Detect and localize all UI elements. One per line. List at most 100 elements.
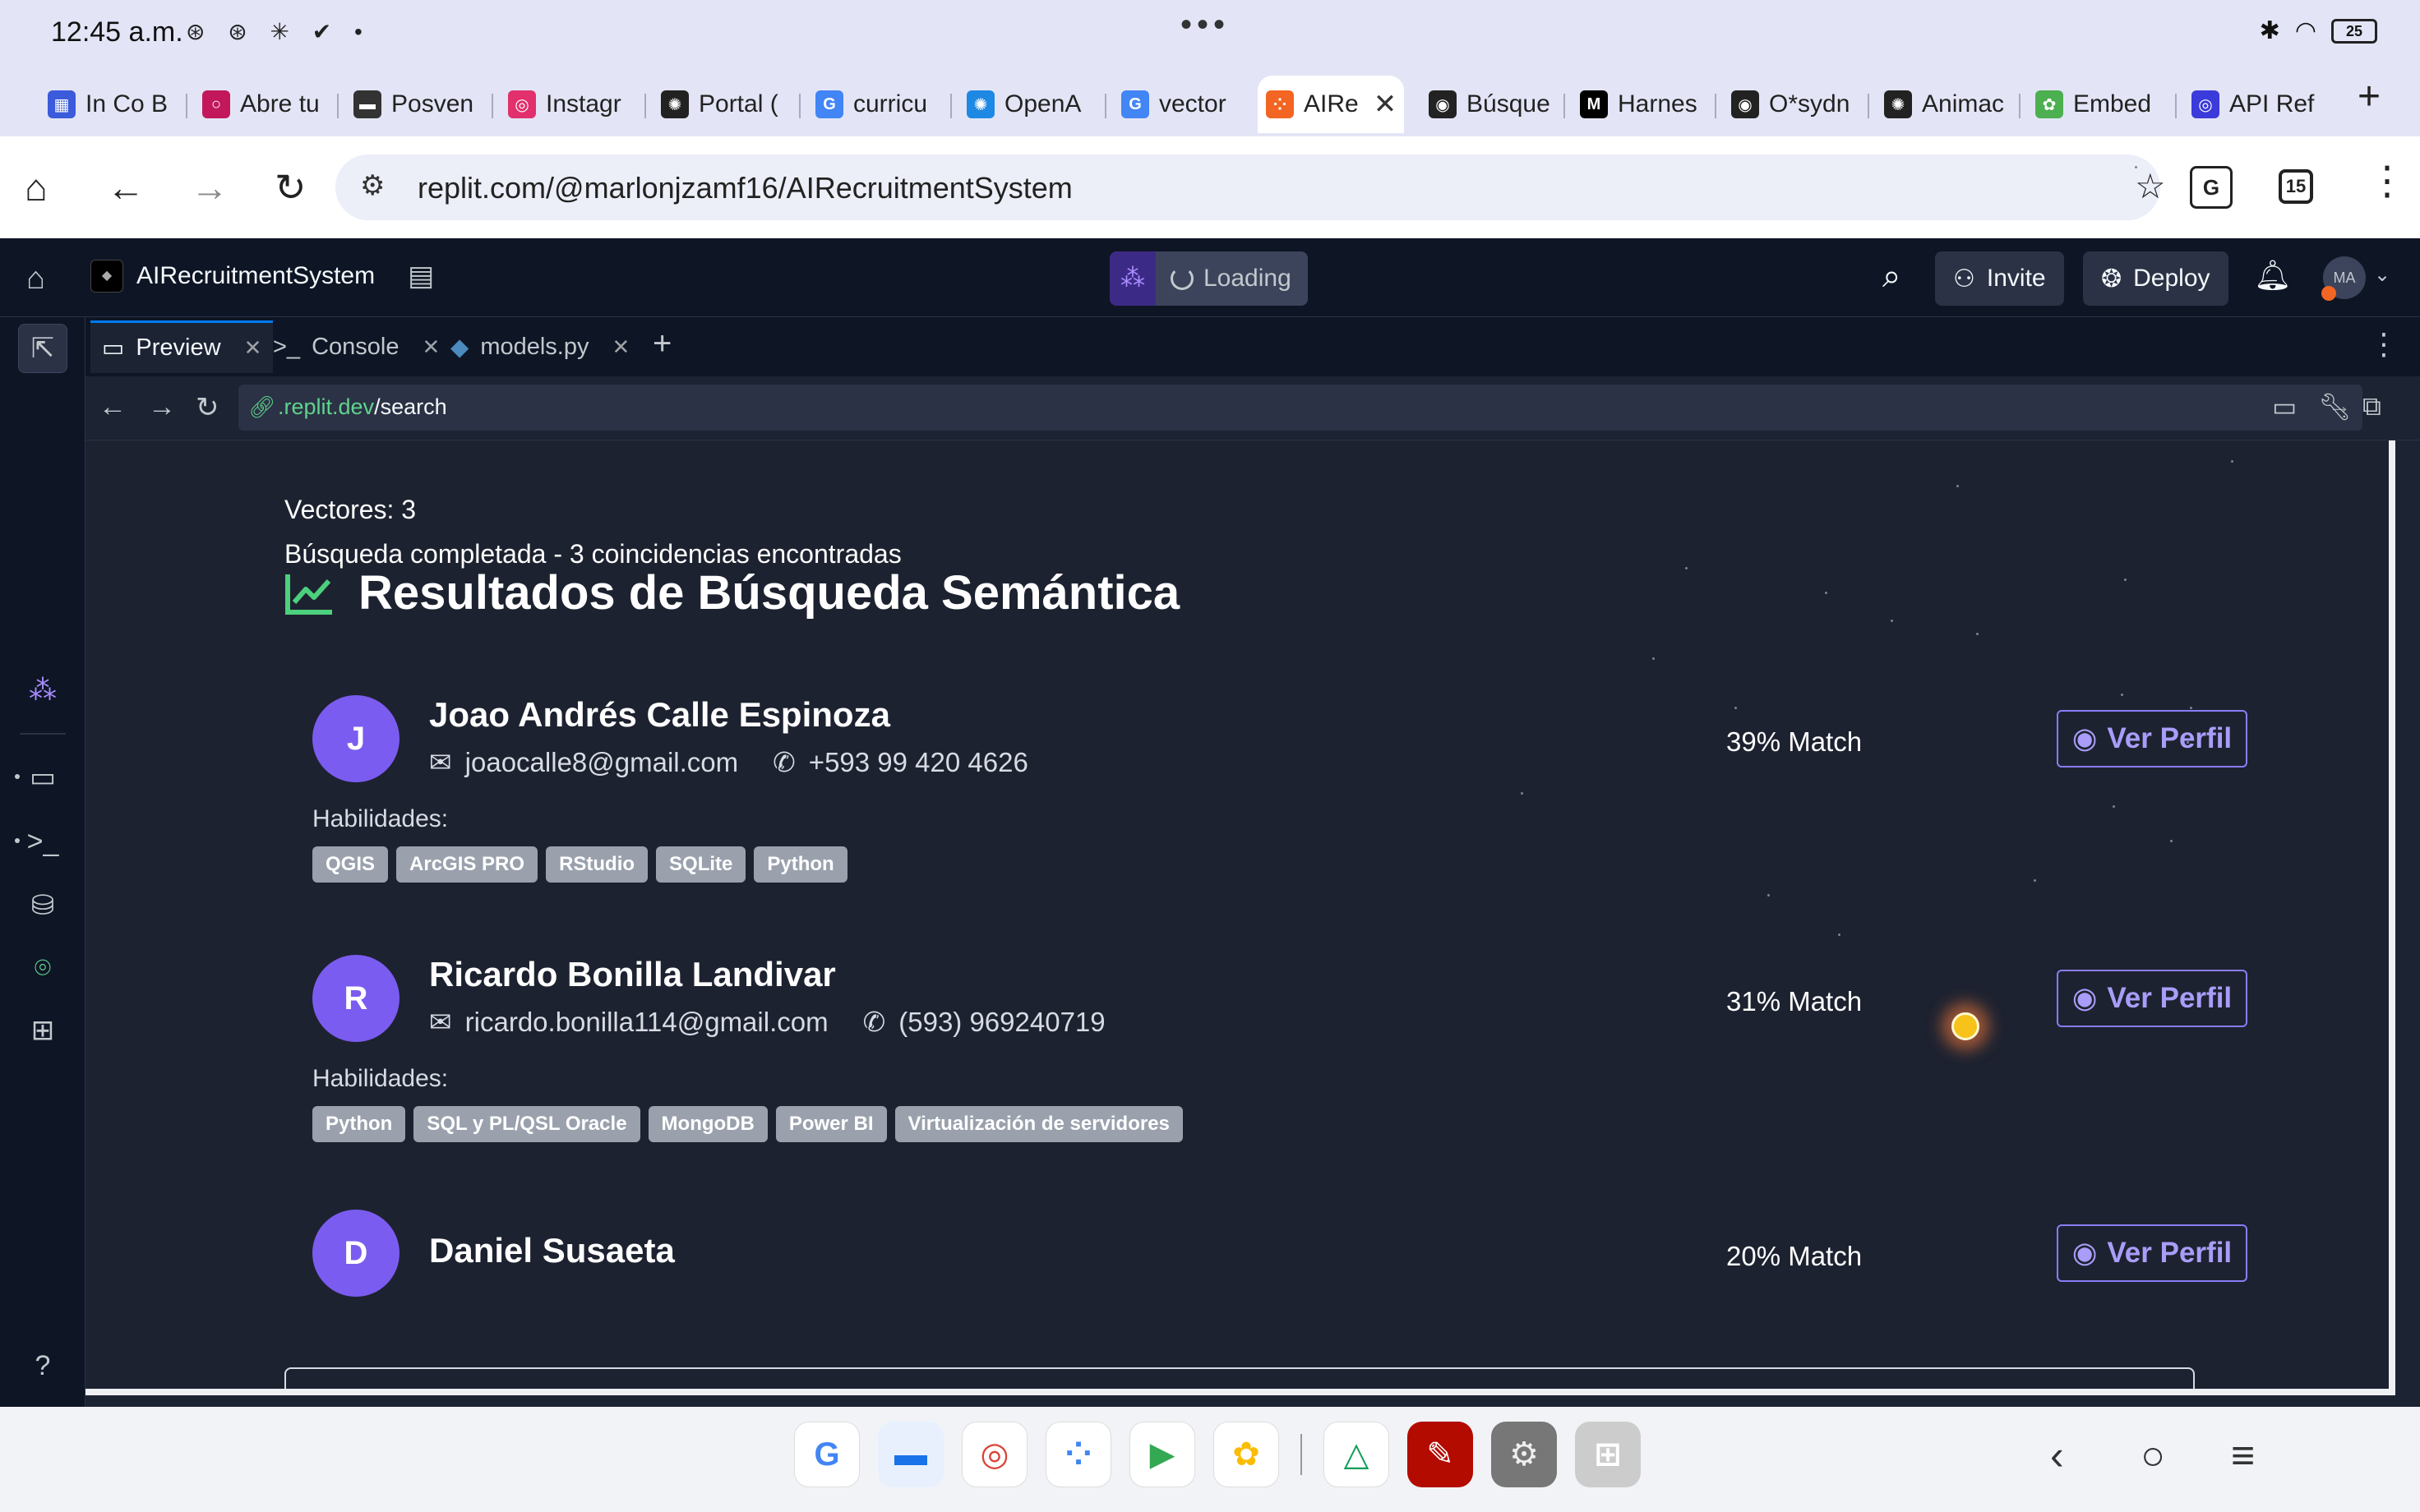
translate-icon[interactable]: G	[2190, 166, 2233, 209]
browser-tab[interactable]: ○ Abre tu	[194, 76, 332, 133]
envelope-icon: ✉	[429, 1007, 452, 1037]
browser-tab[interactable]: Gvector	[1113, 76, 1251, 133]
repl-info-icon[interactable]: ▤	[408, 260, 434, 293]
acrobat-app-icon[interactable]: ✎	[1407, 1422, 1473, 1487]
browser-tab[interactable]: ✿ Embed	[2027, 76, 2165, 133]
deploy-label: Deploy	[2133, 265, 2210, 292]
browser-tab[interactable]: M Harnes	[1572, 76, 1710, 133]
devtools-wrench-icon[interactable]: 🔧︎	[2318, 391, 2352, 422]
open-new-tab-icon[interactable]: ⧉	[2362, 391, 2381, 422]
browser-tab[interactable]: ▦ In Co B	[39, 76, 178, 133]
browser-tab[interactable]: ◎ API Ref	[2183, 76, 2321, 133]
run-button-group[interactable]: ⁂ Loading	[1110, 251, 1308, 306]
browser-tab[interactable]: ◎ Instagr	[500, 76, 638, 133]
browser-tab[interactable]: ⁘ AIRe ✕	[1258, 76, 1404, 133]
tab-preview[interactable]: ▭ Preview ✕	[90, 320, 274, 373]
multiwindow-handle-icon[interactable]: •••	[1180, 7, 1230, 44]
view-profile-button[interactable]: ◉ Ver Perfil	[2057, 970, 2247, 1027]
assistant-app-icon[interactable]: ⁘	[1046, 1422, 1111, 1487]
close-icon[interactable]: ✕	[612, 334, 630, 360]
agent-sidebar-icon[interactable]: ⁂	[18, 666, 67, 715]
forward-icon[interactable]: →	[191, 164, 229, 210]
drive-app-icon[interactable]: △	[1323, 1422, 1389, 1487]
skills-label: Habilidades:	[312, 805, 449, 832]
settings-app-icon[interactable]: ⚙	[1491, 1422, 1557, 1487]
webview-reload-icon[interactable]: ↻	[196, 391, 219, 424]
all-tools-icon[interactable]: ⊞	[18, 1006, 67, 1055]
back-icon[interactable]: ←	[107, 164, 145, 210]
new-tab-button[interactable]: +	[2358, 74, 2381, 119]
tab-switcher-button[interactable]: 15	[2279, 169, 2313, 204]
browser-tab[interactable]: Gcurricu	[807, 76, 945, 133]
background-star	[2190, 707, 2192, 709]
browser-tab[interactable]: ◉ O*sydn	[1723, 76, 1861, 133]
view-profile-button[interactable]: ◉ Ver Perfil	[2057, 710, 2247, 768]
console-tool-icon[interactable]: >_	[18, 817, 67, 866]
deploy-button[interactable]: ❂ Deploy	[2083, 251, 2228, 306]
browser-tab-label: API Ref	[2229, 90, 2315, 118]
view-profile-button[interactable]: ◉ Ver Perfil	[2057, 1224, 2247, 1282]
browser-tab[interactable]: ◉ Búsque	[1420, 76, 1559, 133]
browser-tab-label: OpenA	[1004, 90, 1082, 118]
scrollbar-track[interactable]	[2389, 440, 2395, 1389]
preview-tool-icon[interactable]: ▭	[18, 753, 67, 802]
next-section-card	[284, 1367, 2195, 1389]
browser-tab-strip: ▦ In Co B ○ Abre tu ▬ Posven ◎ Instagr ✺ Portal (…	[0, 66, 2420, 136]
webview-url-field[interactable]: 🔗︎ .replit.dev/search →	[238, 385, 2362, 431]
help-icon[interactable]: ?	[18, 1341, 67, 1390]
tab-separator	[1868, 94, 1869, 118]
device-preview-icon[interactable]: ▭	[2272, 391, 2297, 422]
background-star	[1652, 657, 1655, 660]
google-app-icon[interactable]: G	[794, 1422, 860, 1487]
run-status-button[interactable]: Loading	[1156, 251, 1308, 306]
python-icon: ◆	[450, 334, 469, 361]
close-tab-icon[interactable]: ✕	[1374, 88, 1397, 121]
home-icon[interactable]: ⌂	[25, 164, 48, 210]
browser-tab[interactable]: ✺ OpenA	[958, 76, 1097, 133]
add-tab-button[interactable]: +	[653, 325, 672, 362]
chrome-app-icon[interactable]: ◎	[962, 1422, 1028, 1487]
background-star	[2170, 840, 2173, 842]
messages-app-icon[interactable]: ▬	[878, 1422, 944, 1487]
reload-icon[interactable]: ↻	[275, 164, 307, 210]
browser-tab[interactable]: ✺ Portal (	[653, 76, 791, 133]
chevron-down-icon[interactable]: ⌄	[2374, 263, 2390, 287]
search-icon[interactable]: ⌕	[1882, 258, 1900, 295]
tab-console[interactable]: >_ Console ✕	[261, 320, 451, 373]
address-bar[interactable]: ⚙ replit.com/@marlonjzamf16/AIRecruitmen…	[335, 154, 2166, 220]
match-score: 20% Match	[1726, 1241, 1863, 1271]
tab-models-py[interactable]: ◆ models.py ✕	[439, 320, 641, 373]
files-panel-icon[interactable]: ⇱	[18, 324, 67, 373]
terminal-icon: >_	[273, 333, 301, 360]
webview-forward-icon[interactable]: →	[148, 391, 176, 423]
site-settings-icon[interactable]: ⚙	[360, 169, 385, 202]
database-tool-icon[interactable]: ⛁	[18, 881, 67, 930]
workspace-menu-icon[interactable]: ⋮	[2369, 327, 2399, 362]
repl-name[interactable]: AIRecruitmentSystem	[136, 262, 375, 290]
nav-back-icon[interactable]: ‹	[2050, 1431, 2064, 1479]
webview-back-icon[interactable]: ←	[99, 391, 127, 423]
browser-tab[interactable]: ▬ Posven	[345, 76, 483, 133]
replit-home-icon[interactable]: ⌂	[26, 261, 45, 297]
close-icon[interactable]: ✕	[244, 335, 262, 361]
close-icon[interactable]: ✕	[422, 334, 440, 360]
agent-icon[interactable]: ⁂	[1110, 251, 1156, 306]
notifications-bell-icon[interactable]: 🔔︎	[2254, 258, 2292, 293]
browser-tab-label: vector	[1159, 90, 1226, 118]
app-drawer-icon[interactable]: ⊞	[1575, 1422, 1641, 1487]
address-bar-url[interactable]: replit.com/@marlonjzamf16/AIRecruitmentS…	[418, 171, 1073, 205]
tab-separator	[950, 94, 952, 118]
browser-tab[interactable]: ✺ Animac	[1876, 76, 2014, 133]
nav-home-icon[interactable]: ○	[2141, 1431, 2165, 1479]
deployments-tool-icon[interactable]: ⌾	[18, 943, 67, 993]
tab-favicon-icon: ◎	[2191, 90, 2219, 118]
candidate-phone: (593) 969240719	[898, 1006, 1106, 1037]
skill-chip: ArcGIS PRO	[396, 846, 538, 883]
photos-app-icon[interactable]: ✿	[1213, 1422, 1279, 1487]
browser-menu-icon[interactable]: ⋮	[2367, 158, 2407, 204]
bookmark-star-icon[interactable]: ☆	[2135, 166, 2166, 205]
play-store-app-icon[interactable]: ▶	[1129, 1422, 1195, 1487]
nav-recents-icon[interactable]: ≡	[2231, 1431, 2255, 1479]
browser-tab-label: Posven	[391, 90, 474, 118]
invite-button[interactable]: ⚇ Invite	[1935, 251, 2064, 306]
